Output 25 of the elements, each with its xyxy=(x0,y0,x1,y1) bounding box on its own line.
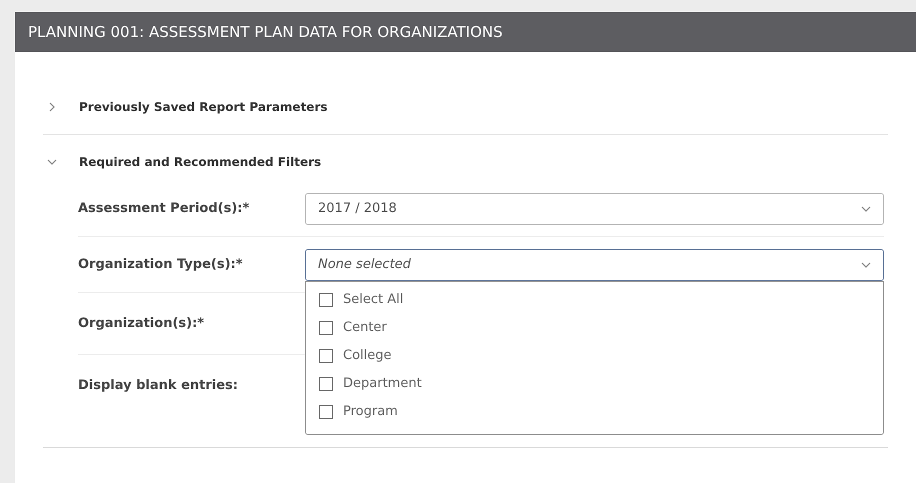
checkbox[interactable] xyxy=(319,292,333,306)
filter-label: Organization Type(s):* xyxy=(78,256,244,274)
option-label[interactable]: Department xyxy=(343,376,422,392)
chevron-down-icon xyxy=(47,157,57,167)
option-label[interactable]: Center xyxy=(343,320,387,336)
select-field[interactable]: 2017 / 2018 xyxy=(305,192,884,224)
section-toggle[interactable]: Previously Saved Report Parameters xyxy=(43,52,328,134)
panel-title: PLANNING 001: ASSESSMENT PLAN DATA FOR ORGANIZATIONS xyxy=(28,22,503,43)
caret-icon xyxy=(861,204,871,214)
checkbox[interactable] xyxy=(319,376,333,390)
select-value: 2017 / 2018 xyxy=(318,200,397,218)
chevron-right-icon xyxy=(47,102,57,112)
checkbox[interactable] xyxy=(319,320,333,334)
filter-label: Display blank entries: xyxy=(78,377,239,396)
option-label[interactable]: Program xyxy=(343,404,398,420)
filter-label: Assessment Period(s):* xyxy=(78,200,250,218)
section-toggle[interactable]: Required and Recommended Filters xyxy=(43,135,322,181)
select-placeholder: None selected xyxy=(318,256,411,274)
caret-icon xyxy=(861,260,871,270)
filter-label: Organization(s):* xyxy=(78,314,206,333)
option-label[interactable]: Select All xyxy=(343,292,404,308)
select-field[interactable]: None selected xyxy=(305,248,884,280)
option-label[interactable]: College xyxy=(343,348,392,364)
checkbox[interactable] xyxy=(319,348,333,362)
checkbox[interactable] xyxy=(319,404,333,418)
